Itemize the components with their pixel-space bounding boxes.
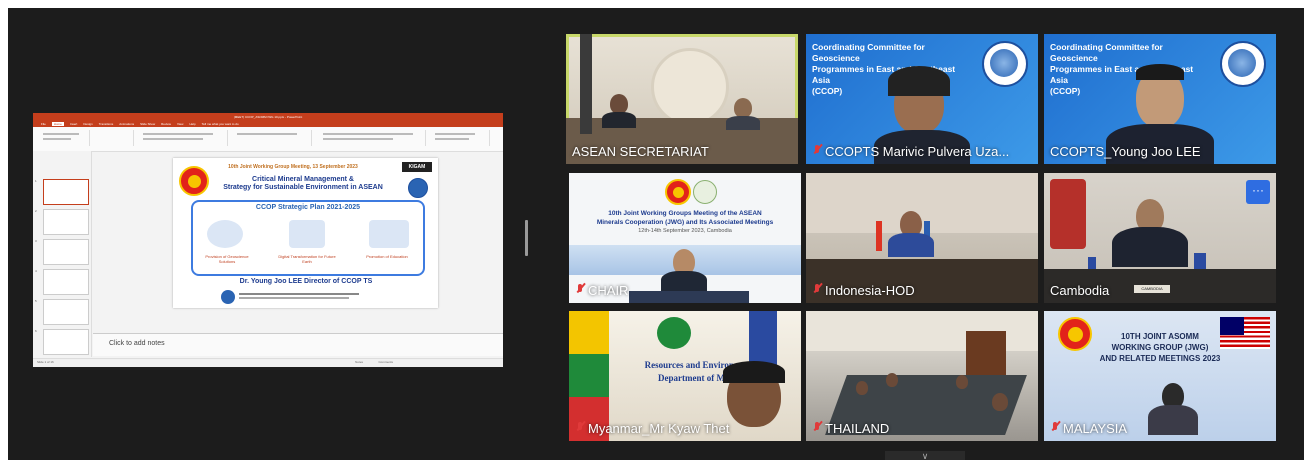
ppt-titlebar: (MEET) CCOP_ASOMM IWG 10.pptx - PowerPoi… bbox=[33, 113, 503, 121]
participant-figure bbox=[734, 98, 752, 118]
shared-screen[interactable]: (MEET) CCOP_ASOMM IWG 10.pptx - PowerPoi… bbox=[33, 113, 503, 367]
ccop-globe-logo bbox=[408, 178, 428, 198]
mic-muted-icon bbox=[1050, 422, 1060, 435]
participant-figure bbox=[956, 375, 968, 389]
video-tile-ccopts-young-joo-lee[interactable]: Coordinating Committee for Geoscience Pr… bbox=[1044, 34, 1276, 164]
asean-logo bbox=[179, 166, 209, 196]
banner-line: Coordinating Committee for Geoscience bbox=[812, 42, 925, 63]
dept-emblem bbox=[657, 317, 691, 349]
ppt-tab[interactable]: Insert bbox=[70, 122, 78, 126]
video-tile-malaysia[interactable]: 10TH JOINT ASOMM WORKING GROUP (JWG) AND… bbox=[1044, 311, 1276, 441]
slide-thumbnail[interactable] bbox=[43, 299, 89, 325]
video-tile-thailand[interactable]: THAILAND bbox=[806, 311, 1038, 441]
ppt-tab[interactable]: Design bbox=[83, 122, 92, 126]
mic-muted-icon bbox=[575, 422, 585, 435]
ppt-tell-me[interactable]: Tell me what you want to do bbox=[202, 122, 239, 126]
ccop-globe-icon bbox=[982, 41, 1028, 87]
slide-thumbnail[interactable] bbox=[43, 269, 89, 295]
participant-name: CHAIR bbox=[588, 283, 629, 298]
video-tile-indonesia-hod[interactable]: Indonesia-HOD bbox=[806, 173, 1038, 303]
participant-name: Myanmar_Mr Kyaw Thet bbox=[588, 421, 730, 436]
slide-thumbnail[interactable] bbox=[43, 179, 89, 205]
video-tile-myanmar[interactable]: Resources and Environment Department of … bbox=[569, 311, 801, 441]
slide-title-2: Strategy for Sustainable Environment in … bbox=[223, 184, 383, 191]
participant-figure bbox=[856, 381, 868, 395]
participant-name: Indonesia-HOD bbox=[825, 283, 915, 298]
participant-name: Cambodia bbox=[1050, 283, 1110, 298]
participant-name: THAILAND bbox=[825, 421, 890, 436]
slide-speaker: Dr. Young Joo LEE Director of CCOP TS bbox=[239, 278, 373, 285]
video-tile-ccopts-marivic[interactable]: Coordinating Committee for Geoscience Pr… bbox=[806, 34, 1038, 164]
video-tile-cambodia[interactable]: CAMBODIA ··· Cambodia bbox=[1044, 173, 1276, 303]
desk-sign: CAMBODIA bbox=[1134, 285, 1170, 293]
pillar-2: Digital Transformation for Future Earth bbox=[278, 254, 336, 264]
amc-logo bbox=[693, 180, 717, 204]
ppt-tab[interactable]: Review bbox=[161, 122, 171, 126]
banner-line: Coordinating Committee for Geoscience bbox=[1050, 42, 1163, 63]
banner-line: AND RELATED MEETINGS 2023 bbox=[1099, 354, 1221, 363]
digital-icon bbox=[289, 220, 325, 248]
pillar-3: Promotion of Education bbox=[366, 254, 408, 259]
video-tile-chair[interactable]: 10th Joint Working Groups Meeting of the… bbox=[569, 173, 801, 303]
asean-emblem bbox=[651, 48, 729, 126]
geoscience-icon bbox=[207, 220, 243, 248]
notes-pane[interactable]: Click to add notes bbox=[93, 333, 503, 356]
mic-muted-icon bbox=[812, 145, 822, 158]
banner-line: 12th-14th September 2023, Cambodia bbox=[638, 228, 732, 234]
current-slide[interactable]: 10th Joint Working Group Meeting, 13 Sep… bbox=[173, 158, 438, 308]
banner-line: 10TH JOINT ASOMM bbox=[1121, 332, 1199, 341]
asean-logo bbox=[665, 179, 691, 205]
ppt-tab[interactable]: File bbox=[41, 122, 46, 126]
ribbon-group-slides[interactable] bbox=[93, 130, 134, 146]
ccop-small-logo bbox=[221, 290, 235, 304]
plan-title: CCOP Strategic Plan 2021-2025 bbox=[255, 204, 361, 211]
participant-name: CCOPTS_Young Joo LEE bbox=[1050, 144, 1201, 159]
mic-muted-icon bbox=[812, 284, 822, 297]
notes-toggle[interactable]: Notes bbox=[355, 360, 363, 364]
slide-thumbnail[interactable] bbox=[43, 209, 89, 235]
participant-name: MALAYSIA bbox=[1063, 421, 1128, 436]
ppt-ribbon bbox=[33, 127, 503, 152]
ppt-tab[interactable]: View bbox=[177, 122, 183, 126]
chevron-down-icon[interactable]: ∨ bbox=[885, 451, 965, 460]
mic-muted-icon bbox=[812, 422, 822, 435]
participant-figure bbox=[992, 393, 1008, 411]
ppt-tab[interactable]: Transitions bbox=[99, 122, 114, 126]
pillar-1: Provision of Geoscience Solutions bbox=[205, 254, 249, 264]
ccop-globe-icon bbox=[1220, 41, 1266, 87]
more-options-button[interactable]: ··· bbox=[1246, 180, 1270, 204]
ppt-status-bar: Slide 1 of 16 Notes Comments bbox=[33, 358, 503, 367]
ppt-tab[interactable]: Animations bbox=[119, 122, 134, 126]
mic-muted-icon bbox=[575, 284, 585, 297]
notes-placeholder: Click to add notes bbox=[109, 340, 165, 347]
education-icon bbox=[369, 220, 409, 248]
slide-title-1: Critical Mineral Management & bbox=[252, 176, 354, 183]
participant-name: ASEAN SECRETARIAT bbox=[572, 144, 709, 159]
chair-banner: 10th Joint Working Groups Meeting of the… bbox=[579, 209, 791, 236]
comments-toggle[interactable]: Comments bbox=[378, 360, 393, 364]
banner-line: 10th Joint Working Groups Meeting of the… bbox=[608, 210, 762, 217]
ppt-tab[interactable]: Slide Show bbox=[140, 122, 155, 126]
panel-resize-handle[interactable] bbox=[525, 220, 528, 256]
slide-thumbnail[interactable] bbox=[43, 329, 89, 355]
malaysia-banner: 10TH JOINT ASOMM WORKING GROUP (JWG) AND… bbox=[1074, 331, 1246, 364]
strategic-plan-box: CCOP Strategic Plan 2021-2025 Provision … bbox=[191, 200, 425, 276]
kigam-logo: KIGAM bbox=[402, 162, 432, 172]
participant-figure bbox=[886, 373, 898, 387]
video-tile-asean-secretariat[interactable]: ASEAN SECRETARIAT bbox=[566, 34, 798, 164]
ppt-tab[interactable]: Help bbox=[189, 122, 195, 126]
ppt-title: (MEET) CCOP_ASOMM IWG 10.pptx - PowerPoi… bbox=[233, 115, 303, 119]
meeting-window: (MEET) CCOP_ASOMM IWG 10.pptx - PowerPoi… bbox=[8, 8, 1304, 460]
ppt-tab-active[interactable]: Home bbox=[51, 122, 64, 126]
slide-meeting-line: 10th Joint Working Group Meeting, 13 Sep… bbox=[228, 164, 358, 170]
banner-line: Minerals Cooperation (JWG) and Its Assoc… bbox=[596, 219, 774, 226]
slide-thumbnails: 1 2 3 4 5 6 bbox=[33, 151, 92, 357]
participant-name: CCOPTS Marivic Pulvera Uza... bbox=[825, 144, 1010, 159]
participant-figure bbox=[610, 94, 628, 114]
slide-counter: Slide 1 of 16 bbox=[37, 360, 54, 364]
slide-thumbnail[interactable] bbox=[43, 239, 89, 265]
banner-line: WORKING GROUP (JWG) bbox=[1111, 343, 1209, 352]
